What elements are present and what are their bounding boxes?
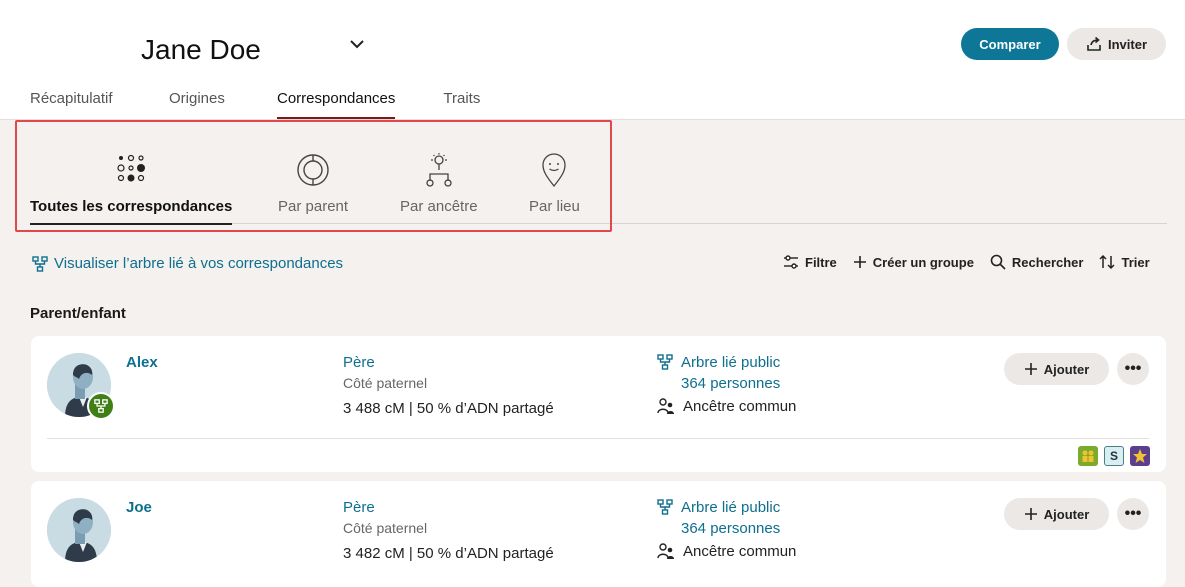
tab-traits[interactable]: Traits	[443, 90, 480, 119]
tree-count[interactable]: 364 personnes	[681, 518, 780, 539]
main-tabs: Récapitulatif Origines Correspondances T…	[30, 90, 480, 119]
add-button[interactable]: Ajouter	[1004, 353, 1109, 385]
relationship-link[interactable]: Père	[343, 354, 375, 371]
sort-icon	[1099, 254, 1115, 270]
sort-label: Trier	[1121, 254, 1150, 270]
match-toolbar: Filtre Créer un groupe Rechercher Trier	[783, 254, 1150, 270]
profile-name: Jane Doe	[141, 34, 261, 65]
person-silhouette-icon	[47, 498, 111, 562]
compare-button[interactable]: Comparer	[961, 28, 1059, 60]
search-icon	[990, 254, 1006, 270]
group-tag-icon[interactable]	[1078, 446, 1098, 466]
share-icon	[1087, 36, 1101, 51]
search-label: Rechercher	[1011, 254, 1084, 270]
card-divider	[47, 438, 1149, 439]
filter-button[interactable]: Filtre	[783, 254, 837, 270]
create-group-button[interactable]: Créer un groupe	[853, 254, 974, 270]
linked-tree-badge	[87, 392, 115, 420]
tree-icon	[32, 255, 48, 272]
section-title: Parent/enfant	[30, 305, 126, 322]
common-ancestor-label: Ancêtre commun	[683, 542, 797, 560]
tab-recapitulatif[interactable]: Récapitulatif	[30, 90, 169, 119]
plus-icon	[1024, 363, 1037, 375]
plus-icon	[853, 256, 866, 268]
search-button[interactable]: Rechercher	[990, 254, 1084, 270]
sort-button[interactable]: Trier	[1099, 254, 1150, 270]
highlight-box	[15, 120, 612, 232]
chevron-down-icon[interactable]	[347, 34, 367, 54]
invite-button[interactable]: Inviter	[1067, 28, 1166, 60]
filter-label: Filtre	[805, 254, 837, 270]
plus-icon	[1024, 508, 1037, 520]
create-group-label: Créer un groupe	[872, 254, 974, 270]
more-options-button[interactable]: •••	[1117, 498, 1149, 530]
sliders-icon	[784, 255, 798, 269]
invite-label: Inviter	[1107, 36, 1147, 52]
match-name[interactable]: Alex	[126, 354, 158, 371]
linked-tree-info[interactable]: Arbre lié public 364 personnes	[657, 352, 780, 394]
tree-link-label: Visualiser l’arbre lié à vos corresponda…	[54, 255, 344, 272]
view-linked-tree-link[interactable]: Visualiser l’arbre lié à vos corresponda…	[32, 255, 343, 272]
parent-side: Côté paternel	[343, 375, 428, 391]
page-header: Jane Doe Comparer Inviter Récapitulatif …	[0, 0, 1185, 120]
tree-icon	[94, 399, 108, 413]
match-card: Alex Père Côté paternel 3 488 cM | 50 % …	[31, 336, 1166, 472]
match-tags: S	[1078, 446, 1150, 466]
common-ancestor-label: Ancêtre commun	[683, 397, 797, 415]
match-card: Joe Père Côté paternel 3 482 cM | 50 % d…	[31, 481, 1166, 587]
relationship-link[interactable]: Père	[343, 499, 375, 516]
tree-count[interactable]: 364 personnes	[681, 373, 780, 394]
tree-label[interactable]: Arbre lié public	[681, 497, 780, 518]
more-options-button[interactable]: •••	[1117, 353, 1149, 385]
shared-dna: 3 488 cM | 50 % d’ADN partagé	[343, 400, 554, 417]
star-icon[interactable]	[1130, 446, 1150, 466]
match-name[interactable]: Joe	[126, 499, 152, 516]
avatar[interactable]	[47, 498, 111, 562]
common-ancestor[interactable]: Ancêtre commun	[657, 397, 796, 415]
add-button[interactable]: Ajouter	[1004, 498, 1109, 530]
tree-icon	[657, 354, 673, 370]
tab-origines[interactable]: Origines	[169, 90, 277, 119]
people-icon	[657, 543, 674, 559]
linked-tree-info[interactable]: Arbre lié public 364 personnes	[657, 497, 780, 539]
add-label: Ajouter	[1043, 506, 1090, 522]
tab-correspondances[interactable]: Correspondances	[277, 90, 396, 119]
shared-dna: 3 482 cM | 50 % d’ADN partagé	[343, 545, 554, 562]
tree-icon	[657, 499, 673, 515]
common-ancestor[interactable]: Ancêtre commun	[657, 542, 796, 560]
s-tag[interactable]: S	[1104, 446, 1124, 466]
tree-label[interactable]: Arbre lié public	[681, 352, 780, 373]
parent-side: Côté paternel	[343, 520, 428, 536]
people-icon	[657, 398, 674, 414]
add-label: Ajouter	[1043, 361, 1090, 377]
